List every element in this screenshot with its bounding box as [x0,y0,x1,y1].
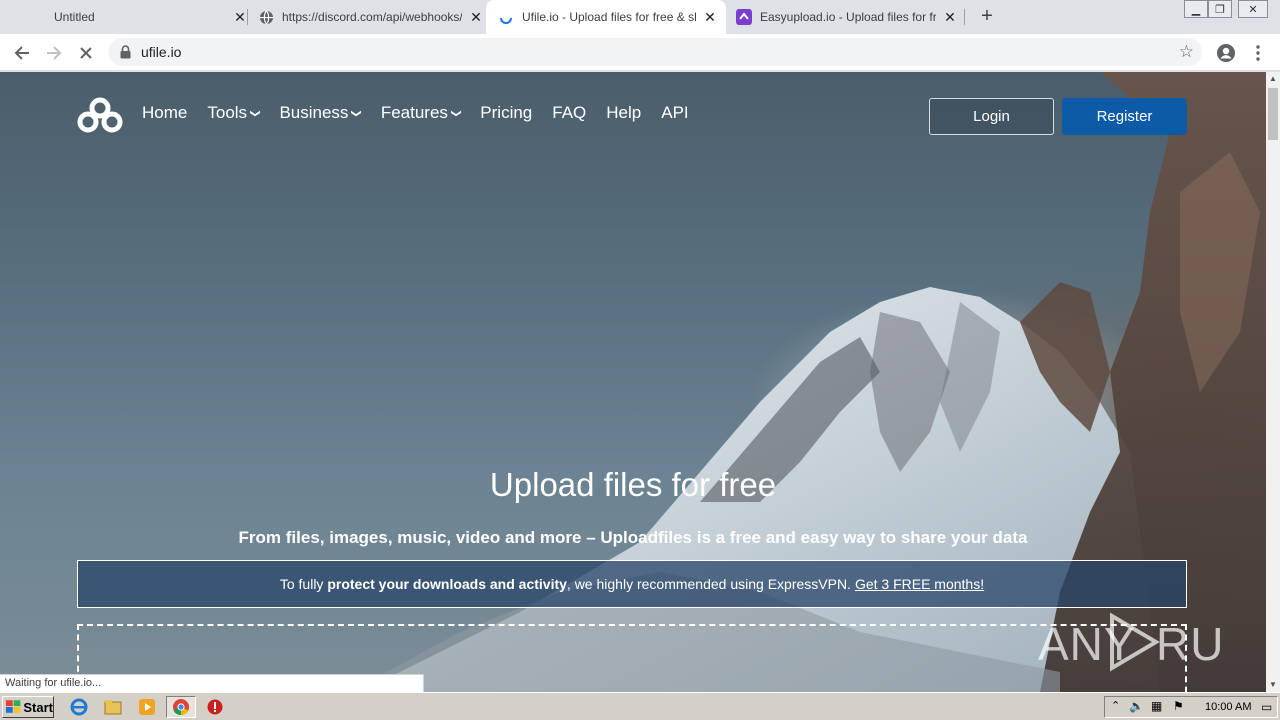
hero-title: Upload files for free [489,466,777,503]
nav-help[interactable]: Help [606,103,641,123]
restore-window-icon[interactable]: ❐ [1208,0,1232,18]
tab-close-icon[interactable]: ✕ [942,9,958,25]
scroll-up-icon[interactable]: ▲ [1266,72,1280,86]
tab-title: Ufile.io - Upload files for free & share [522,10,696,24]
action-center-flag-icon[interactable]: ⚑ [1173,699,1184,713]
nav-label: Business [279,103,349,122]
login-button[interactable]: Login [929,98,1054,135]
anyrun-watermark: ANY RUN [1038,610,1228,674]
arrow-right-icon [47,46,62,60]
vpn-prefix: To fully [279,576,324,592]
chrome-taskbar-button[interactable] [166,696,196,718]
nav-label: FAQ [552,103,587,122]
tab-untitled[interactable]: Untitled ✕ [30,0,248,34]
hero-subtitle: From files, images, music, video and mor… [238,528,1028,547]
address-url: ufile.io [141,44,182,60]
new-tab-button[interactable]: + [976,6,998,28]
vpn-promo-banner: To fully protect your downloads and acti… [77,560,1187,608]
account-icon [1217,44,1235,62]
taskbar-clock[interactable]: 10:00 AM [1205,701,1251,713]
chevron-down-icon: ❯ [249,108,261,118]
anyrun-logo-icon: ANY RUN [1038,612,1228,672]
easyupload-icon [736,9,752,25]
vpn-bold: protect your downloads and activity [327,576,567,592]
menu-button[interactable] [1244,39,1272,67]
blank-favicon [30,9,46,25]
main-navigation: Home Tools ❯ Business ❯ Features ❯ Pricing … [142,103,709,123]
tab-separator [247,9,248,25]
nav-pricing[interactable]: Pricing [480,103,532,123]
svg-text:RUN: RUN [1156,618,1228,670]
profile-button[interactable] [1212,39,1240,67]
start-button[interactable]: Start [2,696,54,718]
vpn-offer-link[interactable]: Get 3 FREE months! [855,576,984,592]
show-desktop-icon[interactable]: ▭ [1261,700,1272,714]
chevron-down-icon: ❯ [450,108,462,118]
vertical-scrollbar[interactable]: ▲ ▼ [1266,72,1280,692]
chevron-down-icon: ❯ [351,108,363,118]
nav-label: Tools [207,103,248,122]
chrome-icon [173,699,189,716]
windows-taskbar: Start ⌃ 🔈 ▦ ⚑ 10:00 AM ▭ [0,692,1280,720]
browser-tabstrip: Untitled ✕ https://discord.com/api/webho… [0,0,1280,34]
more-vert-icon [1256,45,1260,61]
tab-close-icon[interactable]: ✕ [232,9,248,25]
tab-title: Easyupload.io - Upload files for free [760,10,936,24]
globe-icon [258,9,274,25]
nav-business[interactable]: Business ❯ [279,103,363,123]
show-hidden-icons-icon[interactable]: ⌃ [1111,699,1120,712]
tab-easyupload[interactable]: Easyupload.io - Upload files for free ✕ [736,0,958,34]
tab-title: https://discord.com/api/webhooks/9 [282,10,462,24]
nav-features[interactable]: Features ❯ [380,103,462,123]
arrow-left-icon [14,46,29,60]
volume-icon[interactable]: 🔈 [1129,699,1144,713]
browser-status-bar: Waiting for ufile.io... [0,674,424,692]
browser-toolbar: ufile.io ☆ [0,34,1280,71]
nav-api[interactable]: API [661,103,688,123]
tab-discord-webhook[interactable]: https://discord.com/api/webhooks/9 ✕ [258,0,484,34]
vpn-middle: , we highly recommended using ExpressVPN… [566,576,851,592]
file-explorer-icon[interactable] [102,697,124,717]
nav-faq[interactable]: FAQ [552,103,586,123]
tab-title: Untitled [54,10,95,24]
nav-label: Features [380,103,448,122]
tab-separator [964,9,965,25]
loading-spinner-icon [498,9,514,25]
tab-close-icon[interactable]: ✕ [468,9,484,25]
start-label: Start [23,699,53,715]
scroll-down-icon[interactable]: ▼ [1266,678,1280,692]
register-button[interactable]: Register [1062,98,1187,135]
stop-loading-button[interactable] [72,39,100,67]
address-bar[interactable]: ufile.io ☆ [108,38,1202,66]
system-tray: ⌃ 🔈 ▦ ⚑ 10:00 AM ▭ [1104,696,1278,718]
antivirus-alert-icon[interactable] [204,697,226,717]
nav-label: Help [606,103,642,122]
web-page: Home Tools ❯ Business ❯ Features ❯ Pricing … [0,72,1266,692]
nav-home[interactable]: Home [142,103,187,123]
minimize-window-icon[interactable]: ▁ [1184,0,1208,18]
scrollbar-thumb[interactable] [1268,88,1278,140]
close-window-icon[interactable]: ✕ [1238,0,1268,18]
ufile-logo-icon[interactable] [76,96,124,136]
stop-icon [80,47,92,59]
network-icon[interactable]: ▦ [1151,699,1162,713]
bookmark-star-icon[interactable]: ☆ [1179,43,1194,61]
nav-label: Home [142,103,188,122]
media-player-icon[interactable] [136,697,158,717]
internet-explorer-icon[interactable] [68,697,90,717]
nav-label: API [661,103,689,122]
tab-close-icon[interactable]: ✕ [702,9,718,25]
forward-button[interactable] [40,39,68,67]
lock-icon [120,45,131,64]
tab-ufile[interactable]: Ufile.io - Upload files for free & share… [486,0,726,34]
nav-tools[interactable]: Tools ❯ [207,103,261,123]
windows-logo-icon [6,700,21,713]
nav-label: Pricing [480,103,533,122]
back-button[interactable] [8,39,36,67]
